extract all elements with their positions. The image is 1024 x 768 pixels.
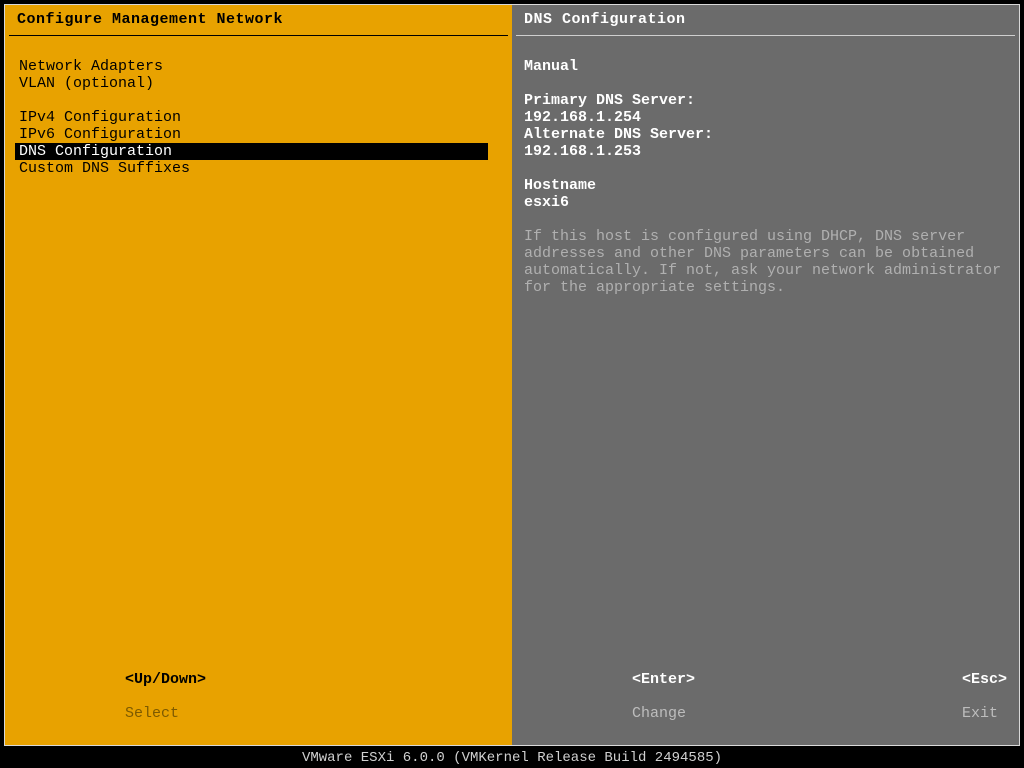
right-panel-footer: <Enter> Change <Esc> Exit	[512, 715, 1019, 745]
hostname-block: Hostname esxi6	[524, 177, 1007, 211]
left-panel-body: Network Adapters VLAN (optional) IPv4 Co…	[5, 36, 512, 715]
panel-frame: Configure Management Network Network Ada…	[4, 4, 1020, 746]
left-panel-title: Configure Management Network	[5, 5, 512, 35]
hostname-label: Hostname	[524, 177, 1007, 194]
menu-group: Network Adapters VLAN (optional)	[17, 58, 500, 92]
primary-dns-label: Primary DNS Server:	[524, 92, 1007, 109]
left-panel-footer: <Up/Down> Select	[5, 715, 512, 745]
menu-group: IPv4 Configuration IPv6 Configuration DN…	[17, 109, 500, 177]
menu-item-dns-configuration[interactable]: DNS Configuration	[15, 143, 488, 160]
dns-mode: Manual	[524, 58, 1007, 75]
help-text: If this host is configured using DHCP, D…	[524, 228, 1004, 296]
dns-servers-block: Primary DNS Server: 192.168.1.254 Altern…	[524, 92, 1007, 160]
menu-item-vlan[interactable]: VLAN (optional)	[17, 75, 500, 92]
menu-item-ipv6[interactable]: IPv6 Configuration	[17, 126, 500, 143]
menu-item-network-adapters[interactable]: Network Adapters	[17, 58, 500, 75]
hostname-value: esxi6	[524, 194, 1007, 211]
alternate-dns-label: Alternate DNS Server:	[524, 126, 1007, 143]
right-panel: DNS Configuration Manual Primary DNS Ser…	[512, 5, 1019, 745]
status-bar: VMware ESXi 6.0.0 (VMKernel Release Buil…	[0, 748, 1024, 768]
primary-dns-value: 192.168.1.254	[524, 109, 1007, 126]
menu-item-ipv4[interactable]: IPv4 Configuration	[17, 109, 500, 126]
left-panel: Configure Management Network Network Ada…	[5, 5, 512, 745]
menu-item-custom-dns-suffixes[interactable]: Custom DNS Suffixes	[17, 160, 500, 177]
dcui-screen: Configure Management Network Network Ada…	[0, 0, 1024, 768]
right-panel-title: DNS Configuration	[512, 5, 1019, 35]
alternate-dns-value: 192.168.1.253	[524, 143, 1007, 160]
right-panel-body: Manual Primary DNS Server: 192.168.1.254…	[512, 36, 1019, 715]
